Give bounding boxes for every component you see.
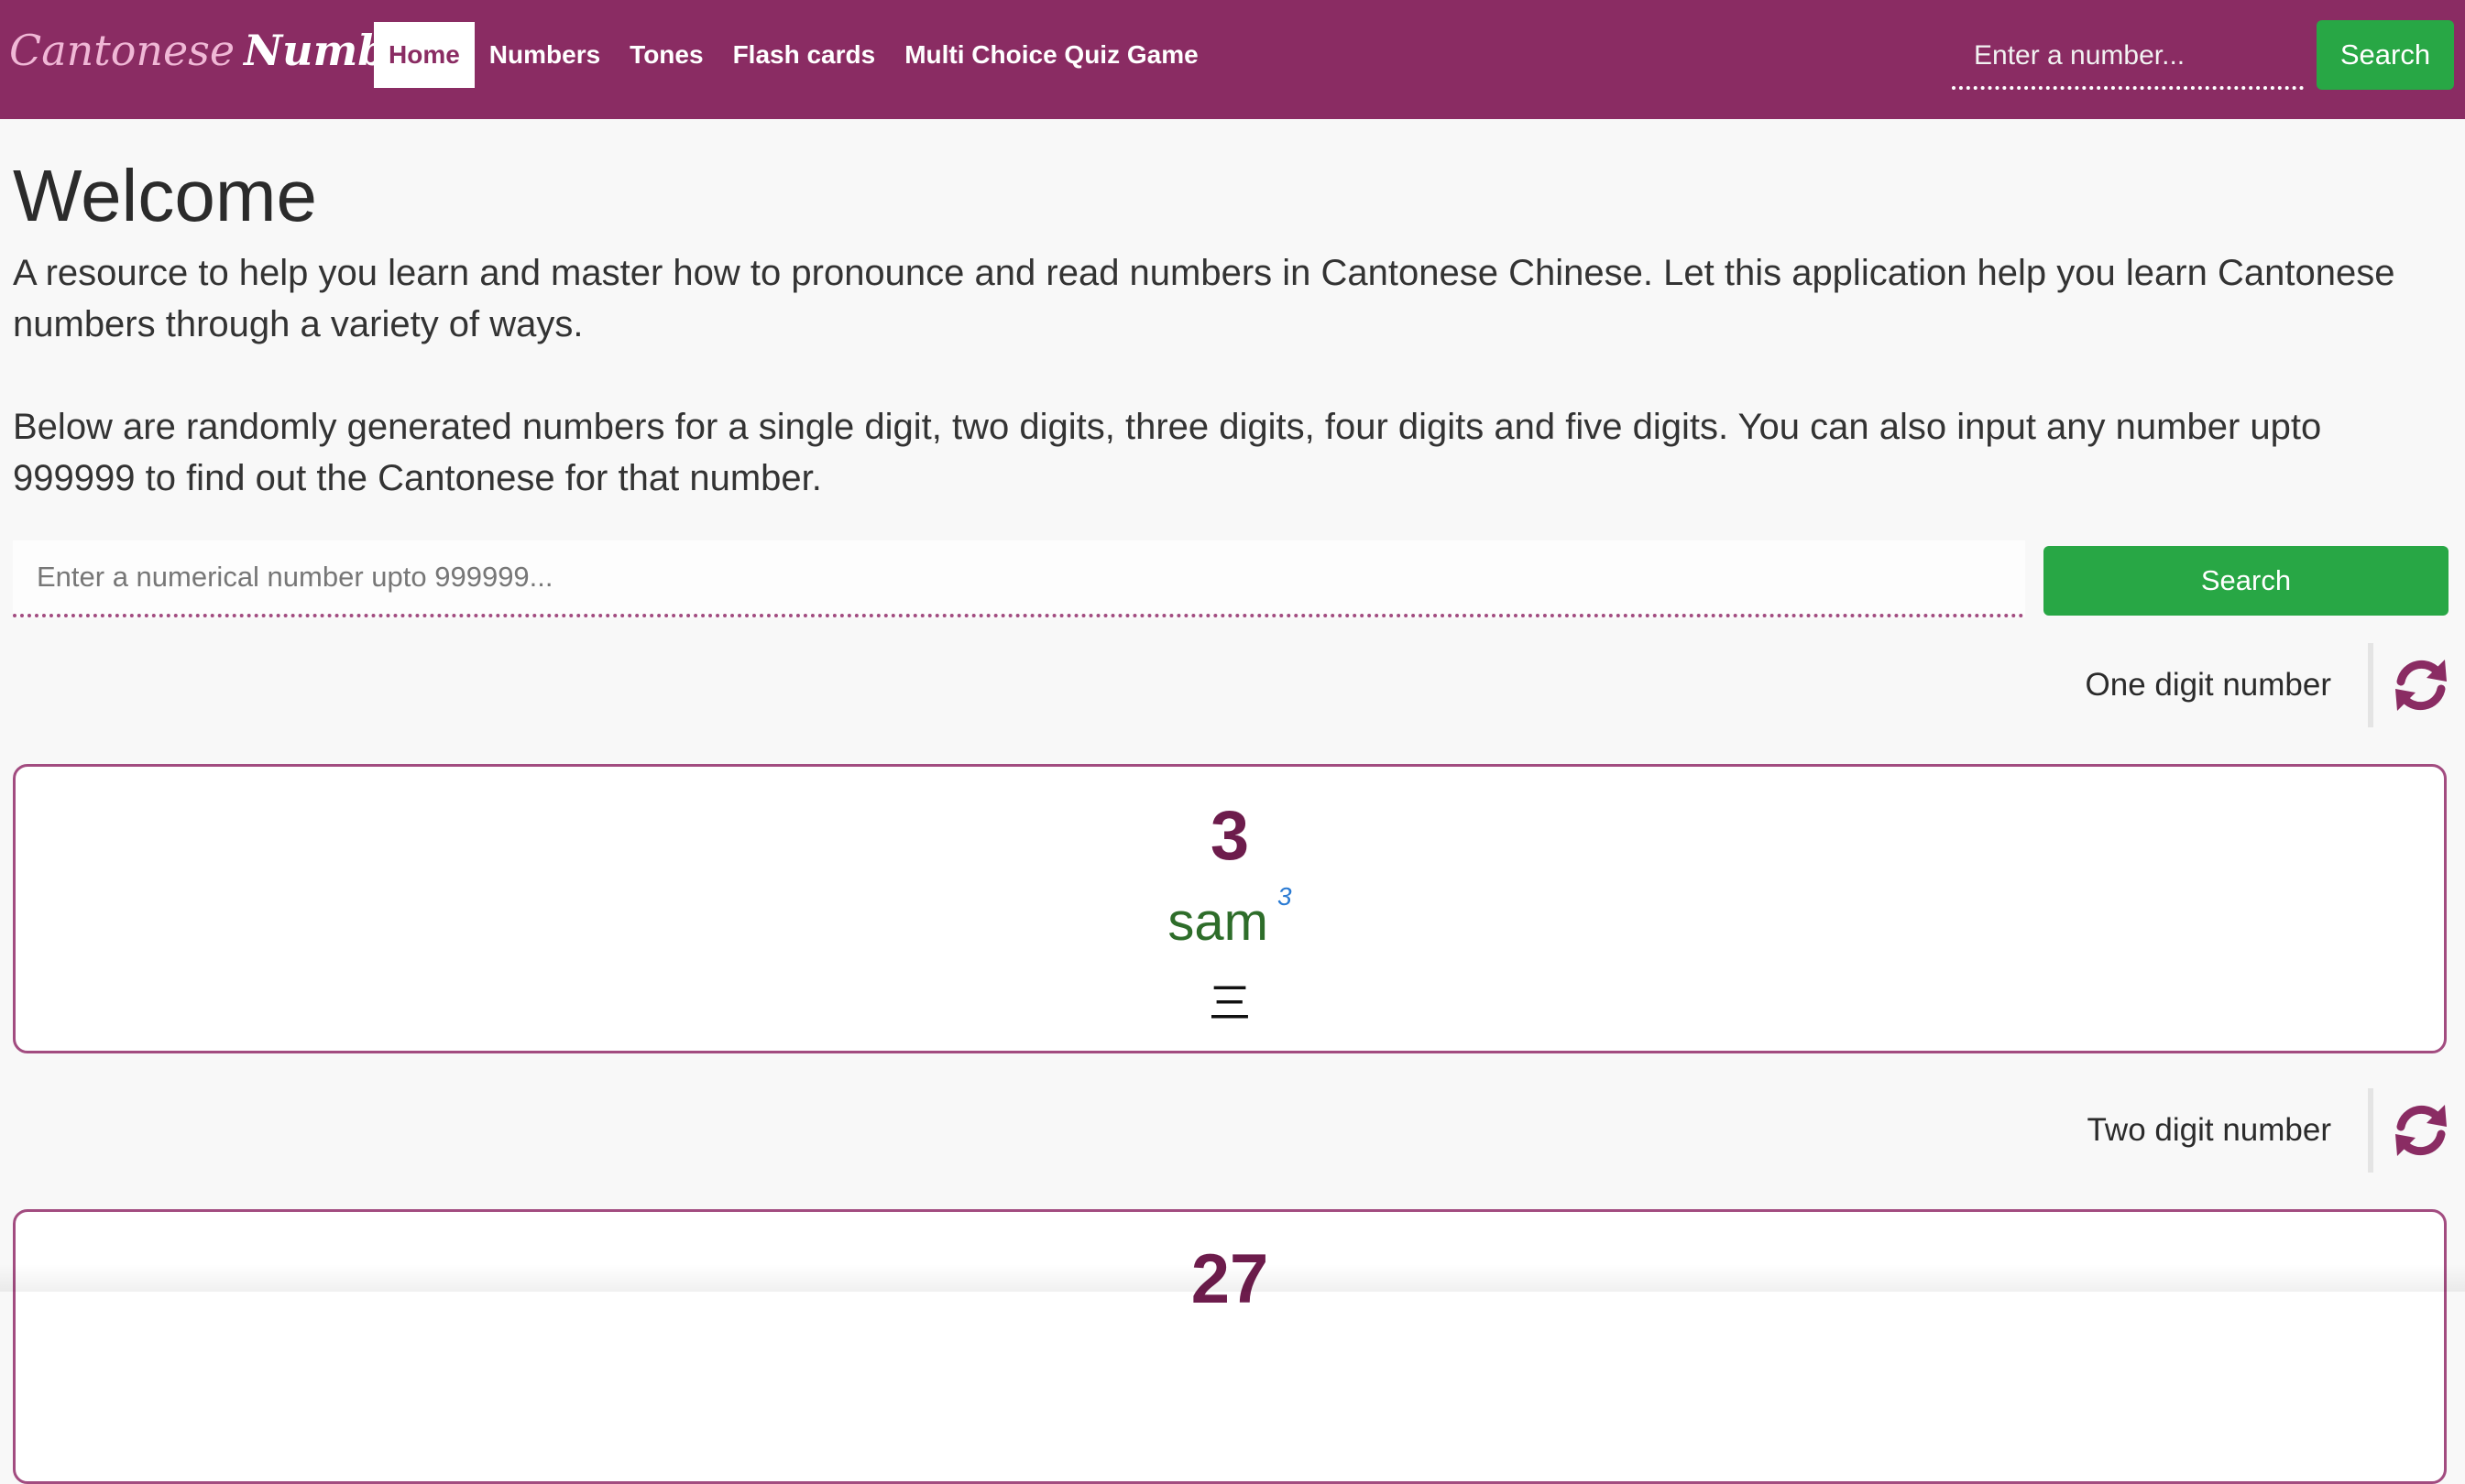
refresh-button[interactable] (2368, 643, 2452, 727)
nav-menu: Home Numbers Tones Flash cards Multi Cho… (374, 22, 1213, 88)
refresh-button[interactable] (2368, 1088, 2452, 1173)
nav-search-input[interactable] (1952, 26, 2304, 90)
section-header-one-digit: One digit number (2086, 643, 2452, 727)
intro-text: A resource to help you learn and master … (13, 253, 2395, 344)
card-chinese-character: 三 (1209, 979, 1251, 1027)
card-number: 3 (1210, 797, 1250, 875)
brand-logo-part1: Cantonese (9, 26, 236, 75)
nav-item-home[interactable]: Home (374, 22, 475, 88)
nav-item-numbers[interactable]: Numbers (475, 22, 615, 88)
number-search-button[interactable]: Search (2043, 546, 2449, 616)
nav-item-tones[interactable]: Tones (615, 22, 718, 88)
number-search-input[interactable] (13, 540, 2025, 617)
number-card-one-digit: 3 sam 3 三 (13, 764, 2447, 1053)
section-label: One digit number (2085, 667, 2331, 703)
tone-number: 3 (1277, 881, 1292, 911)
nav-item-quiz-game[interactable]: Multi Choice Quiz Game (890, 22, 1212, 88)
nav-search-button[interactable]: Search (2317, 20, 2454, 90)
section-label: Two digit number (2087, 1112, 2331, 1148)
number-card-two-digit: 27 (13, 1209, 2447, 1484)
page-title: Welcome (13, 155, 317, 236)
nav-item-flash-cards[interactable]: Flash cards (718, 22, 891, 88)
card-romanization: sam 3 (16, 882, 2444, 953)
refresh-icon (2395, 660, 2447, 711)
section-header-two-digit: Two digit number (2087, 1088, 2452, 1173)
instructions-text: Below are randomly generated numbers for… (13, 407, 2322, 498)
navbar: Cantonese Numbers Home Numbers Tones Flas… (0, 0, 2465, 119)
romanization-text: sam (1167, 892, 1268, 952)
bottom-shade (0, 1264, 2465, 1292)
refresh-icon (2395, 1105, 2447, 1156)
